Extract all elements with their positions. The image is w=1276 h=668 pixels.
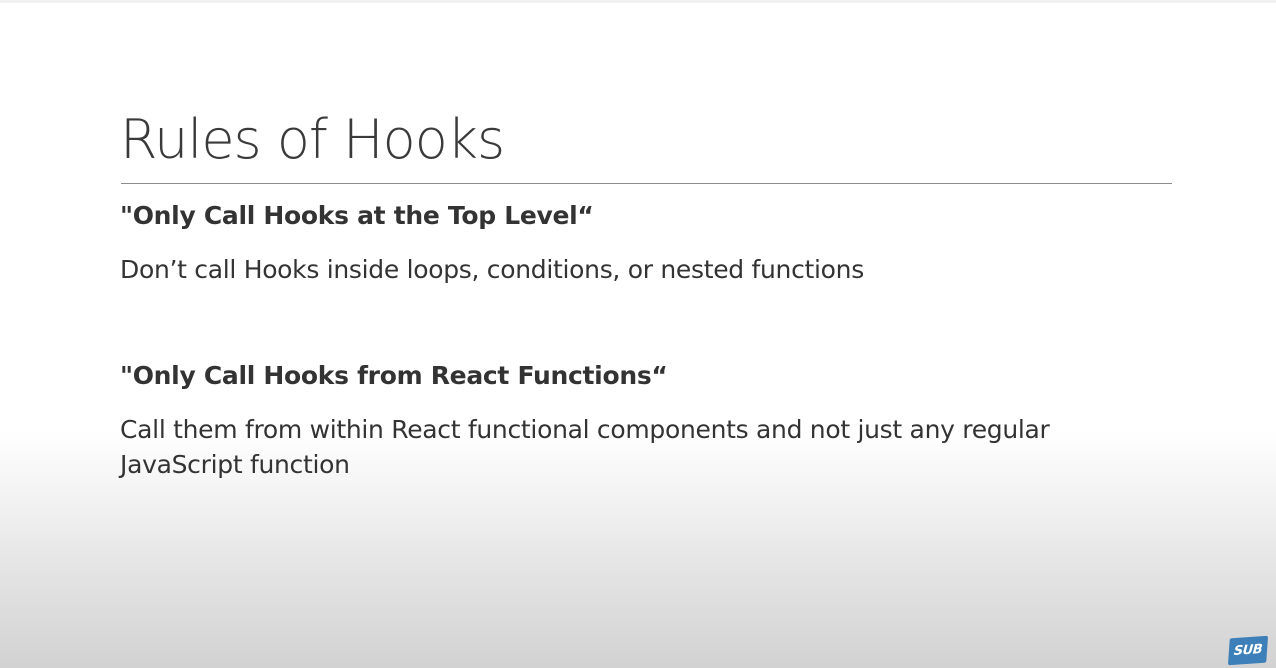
slide-title: Rules of Hooks — [120, 108, 505, 171]
title-underline — [121, 183, 1172, 184]
subscribe-badge-icon[interactable]: SUB — [1227, 635, 1269, 666]
rule-2-text: Call them from within React functional c… — [120, 415, 1050, 479]
top-edge-divider — [0, 0, 1276, 3]
subscribe-badge-label: SUB — [1233, 642, 1263, 659]
rule-1-text: Don’t call Hooks inside loops, condition… — [120, 255, 864, 284]
rule-1-heading: "Only Call Hooks at the Top Level“ — [120, 201, 594, 230]
rule-2-heading: "Only Call Hooks from React Functions“ — [120, 361, 668, 390]
